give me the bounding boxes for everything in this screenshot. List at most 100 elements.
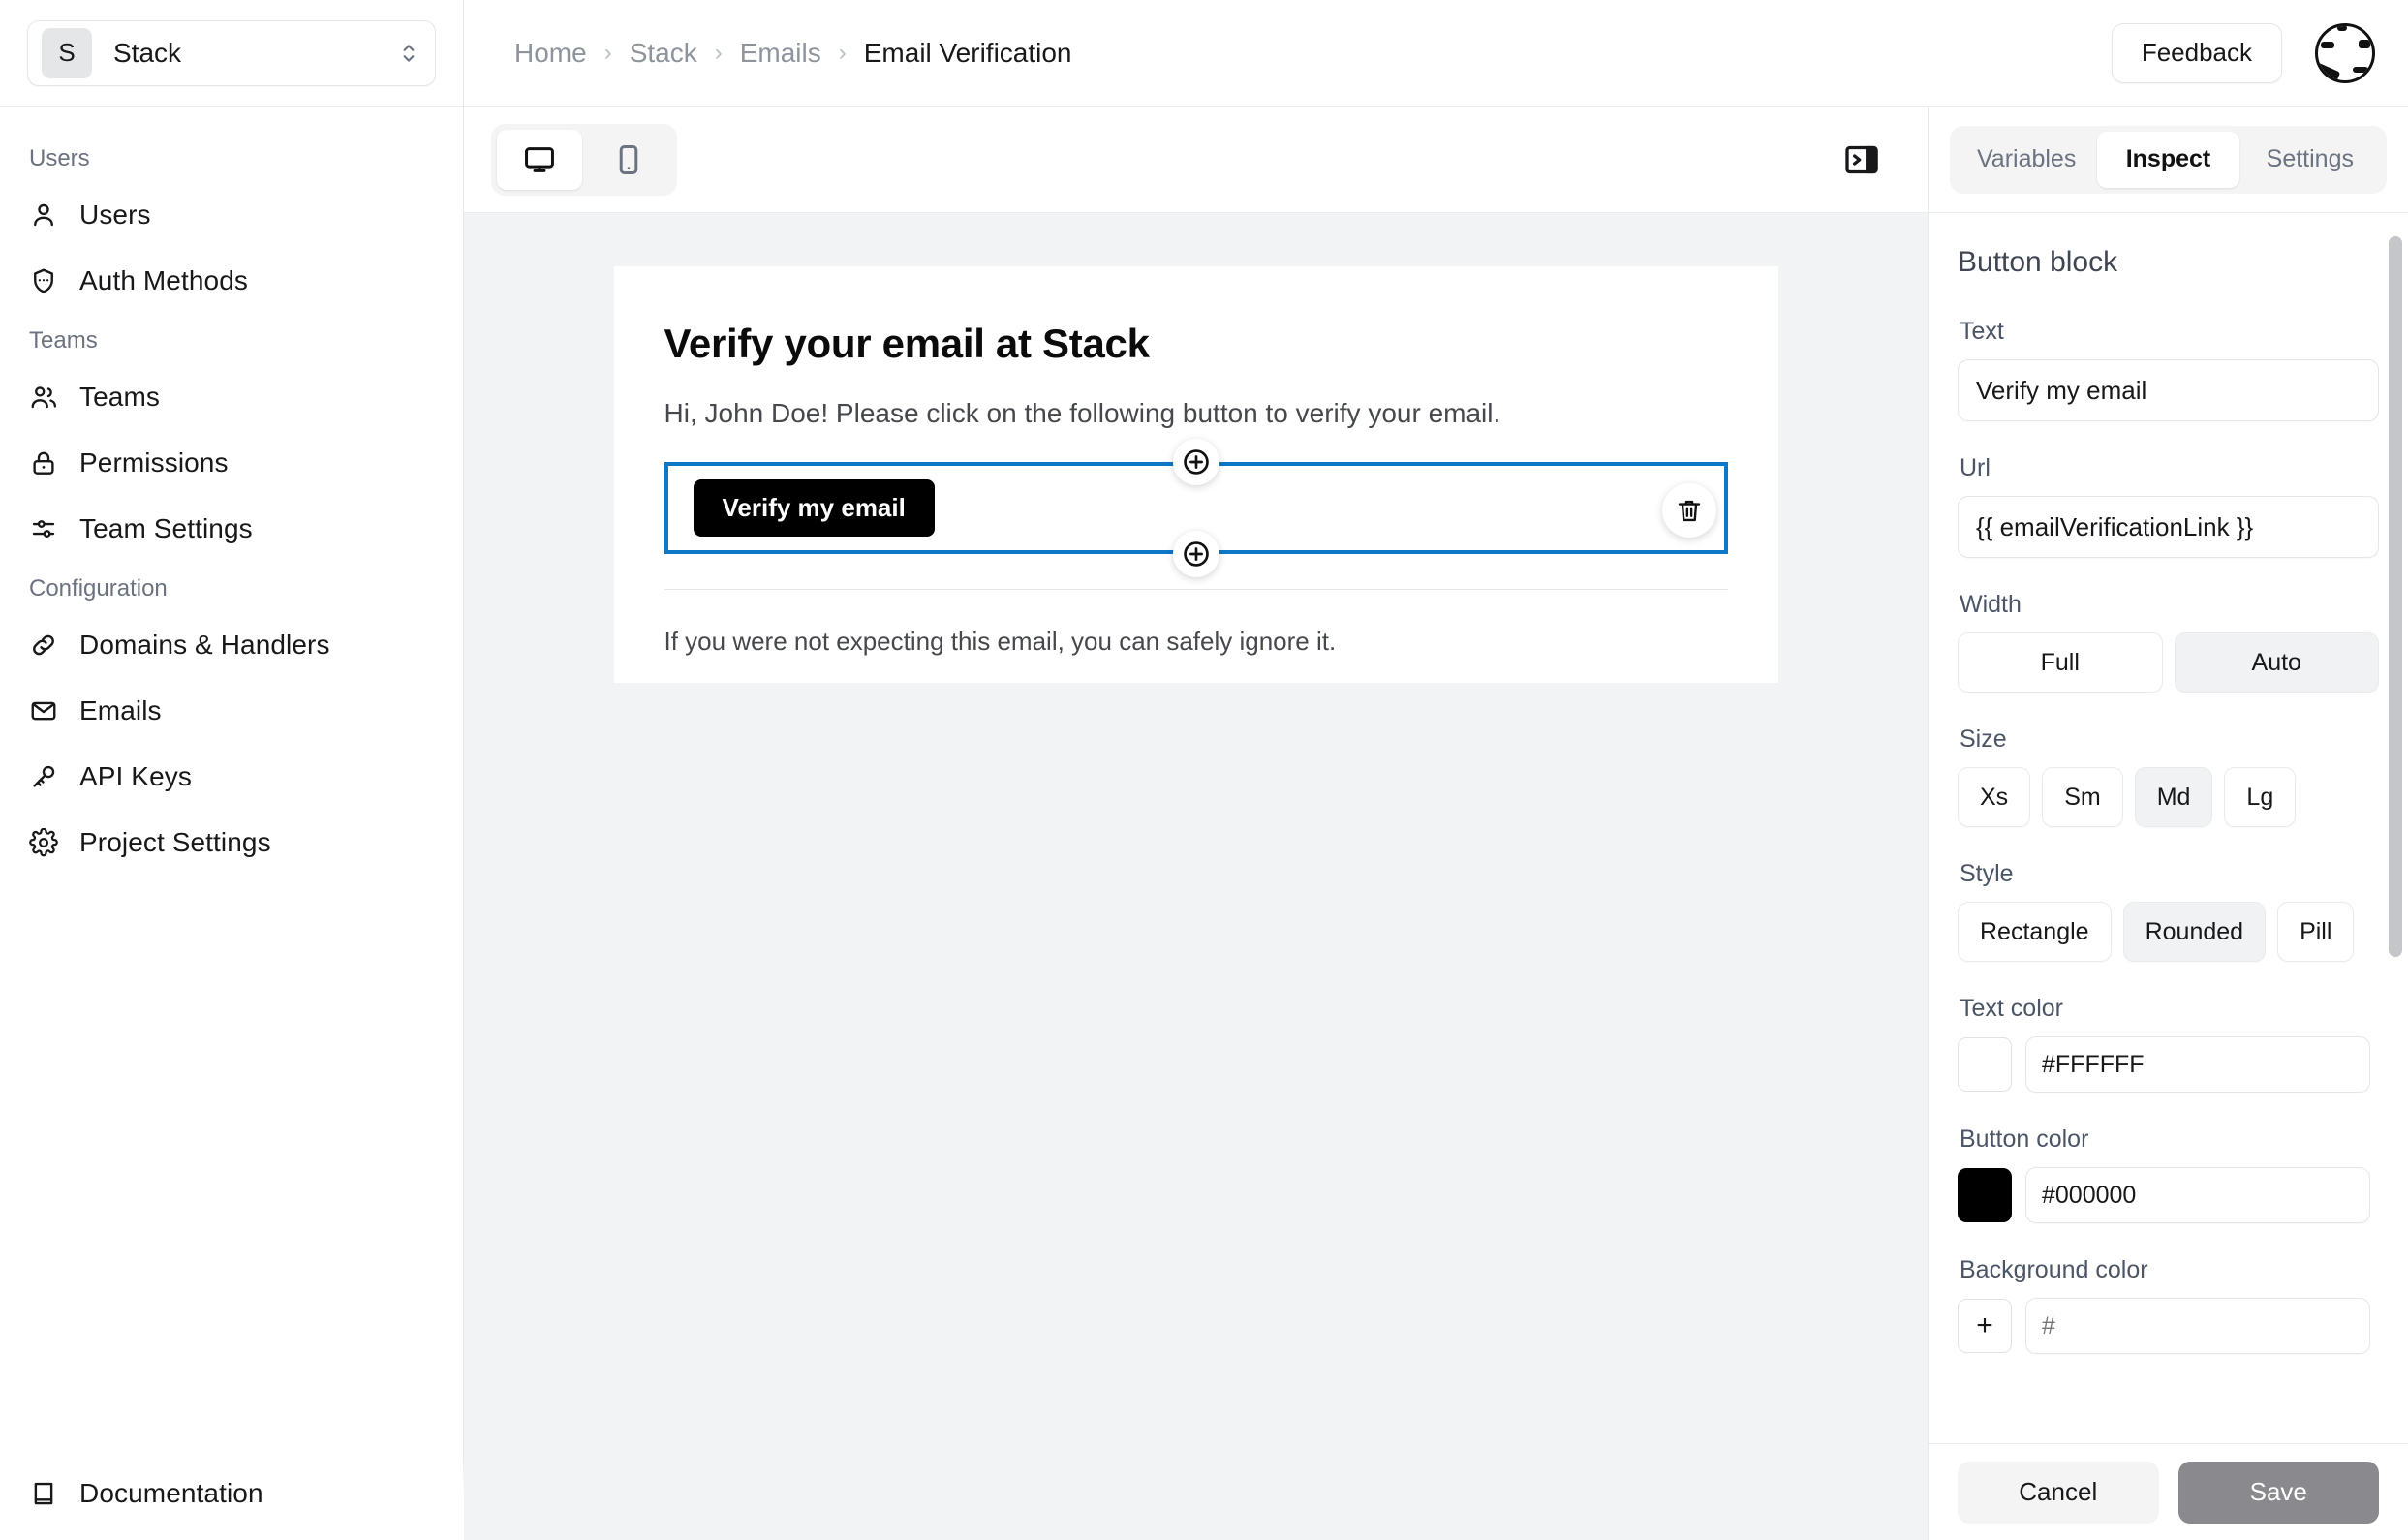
- sidebar-item-team-settings[interactable]: Team Settings: [0, 496, 463, 562]
- style-options: Rectangle Rounded Pill: [1958, 902, 2379, 962]
- email-heading: Verify your email at Stack: [664, 321, 1150, 366]
- sidebar-item-permissions[interactable]: Permissions: [0, 430, 463, 496]
- field-label-background-color: Background color: [1960, 1256, 2148, 1283]
- delete-block-button[interactable]: [1661, 483, 1716, 538]
- main-area: Home › Stack › Emails › Email Verificati…: [464, 0, 2408, 1540]
- mail-icon: [29, 696, 58, 725]
- sidebar-item-users[interactable]: Users: [0, 182, 463, 248]
- style-option-rectangle[interactable]: Rectangle: [1958, 902, 2112, 962]
- link-icon: [29, 631, 58, 660]
- project-badge: S: [42, 27, 92, 78]
- size-option-xs[interactable]: Xs: [1958, 767, 2031, 827]
- breadcrumb: Home › Stack › Emails › Email Verificati…: [514, 38, 2112, 69]
- button-block-wrapper: Verify my email: [664, 439, 1728, 577]
- button-color-row: [1958, 1167, 2379, 1223]
- breadcrumb-item-emails[interactable]: Emails: [740, 38, 821, 69]
- add-block-above-button[interactable]: [1172, 439, 1219, 485]
- field-label-text: Text: [1960, 318, 2004, 345]
- inspector-tabs: Variables Inspect Settings: [1950, 125, 2387, 194]
- sidebar-group-label-teams: Teams: [29, 327, 98, 354]
- sidebar-item-label: Team Settings: [79, 513, 253, 543]
- panel-collapse-button[interactable]: [1835, 133, 1889, 187]
- sidebar-item-domains-handlers[interactable]: Domains & Handlers: [0, 612, 463, 678]
- avatar[interactable]: [2315, 22, 2375, 83]
- inspector-tabs-row: Variables Inspect Settings: [1929, 107, 2408, 213]
- tab-settings[interactable]: Settings: [2239, 132, 2381, 188]
- trash-icon: [1675, 496, 1704, 525]
- field-width: Width Full Auto: [1958, 591, 2379, 693]
- breadcrumb-item-home[interactable]: Home: [514, 38, 587, 69]
- sidebar-item-label: Emails: [79, 695, 162, 725]
- sidebar-item-label: Project Settings: [79, 827, 271, 857]
- sidebar-item-label: Auth Methods: [79, 265, 248, 295]
- breadcrumb-item-email-verification: Email Verification: [863, 37, 1072, 68]
- book-icon: [29, 1479, 58, 1508]
- field-label-text-color: Text color: [1960, 995, 2063, 1022]
- cancel-button[interactable]: Cancel: [1958, 1461, 2159, 1524]
- field-button-color: Button color: [1958, 1125, 2379, 1223]
- sidebar-item-label: Documentation: [79, 1478, 263, 1508]
- size-option-md[interactable]: Md: [2134, 767, 2213, 827]
- app-root: S Stack Users Users Auth Methods Teams T…: [0, 0, 2408, 1540]
- background-color-add-swatch[interactable]: +: [1958, 1299, 2012, 1353]
- width-option-full[interactable]: Full: [1958, 632, 2163, 693]
- style-option-rounded[interactable]: Rounded: [2122, 902, 2267, 962]
- sidebar-group-label-configuration: Configuration: [29, 575, 168, 601]
- inspector-panel: Variables Inspect Settings Button block …: [1928, 107, 2408, 1540]
- sidebar-item-label: Permissions: [79, 447, 229, 477]
- text-input[interactable]: [1958, 359, 2379, 421]
- sidebar-item-emails[interactable]: Emails: [0, 678, 463, 744]
- field-label-button-color: Button color: [1960, 1125, 2089, 1153]
- url-input[interactable]: [1958, 496, 2379, 558]
- device-mobile-button[interactable]: [586, 130, 671, 190]
- panel-collapse-icon: [1842, 140, 1881, 179]
- sidebar-item-label: Domains & Handlers: [79, 630, 330, 660]
- email-cta-button[interactable]: Verify my email: [693, 479, 935, 537]
- lock-icon: [29, 448, 58, 477]
- size-options: Xs Sm Md Lg: [1958, 767, 2379, 827]
- save-button[interactable]: Save: [2177, 1461, 2379, 1524]
- text-color-swatch[interactable]: [1958, 1037, 2012, 1092]
- email-greeting: Hi, John Doe! Please click on the follow…: [664, 398, 1501, 428]
- background-color-hex-input[interactable]: [2025, 1298, 2370, 1354]
- chevron-up-down-icon: [396, 41, 421, 66]
- sidebar-group-label-users: Users: [29, 145, 90, 171]
- editor-toolbar: [464, 107, 1928, 213]
- key-icon: [29, 762, 58, 791]
- sidebar-item-project-settings[interactable]: Project Settings: [0, 810, 463, 876]
- sidebar-footer: Documentation: [0, 1461, 464, 1540]
- field-size: Size Xs Sm Md Lg: [1958, 725, 2379, 827]
- top-bar: Home › Stack › Emails › Email Verificati…: [464, 0, 2408, 107]
- email-editor: Verify your email at Stack Hi, John Doe!…: [464, 107, 1928, 1540]
- feedback-button[interactable]: Feedback: [2111, 22, 2282, 83]
- sidebar-nav: Users Users Auth Methods Teams Teams Per…: [0, 107, 463, 1540]
- tab-inspect[interactable]: Inspect: [2097, 131, 2239, 188]
- sidebar-item-teams[interactable]: Teams: [0, 364, 463, 430]
- text-color-hex-input[interactable]: [2025, 1036, 2370, 1093]
- button-color-swatch[interactable]: [1958, 1168, 2012, 1222]
- style-option-pill[interactable]: Pill: [2277, 902, 2355, 962]
- breadcrumb-item-stack[interactable]: Stack: [630, 38, 697, 69]
- background-color-row: +: [1958, 1298, 2379, 1354]
- size-option-lg[interactable]: Lg: [2224, 767, 2297, 827]
- sidebar: S Stack Users Users Auth Methods Teams T…: [0, 0, 464, 1540]
- inspector-scrollbar[interactable]: [2389, 236, 2402, 957]
- user-icon: [29, 200, 58, 230]
- sidebar-header: S Stack: [0, 0, 463, 107]
- sidebar-item-documentation[interactable]: Documentation: [0, 1461, 464, 1526]
- device-desktop-button[interactable]: [497, 129, 582, 190]
- sidebar-item-api-keys[interactable]: API Keys: [0, 744, 463, 810]
- size-option-sm[interactable]: Sm: [2042, 767, 2123, 827]
- button-color-hex-input[interactable]: [2025, 1167, 2370, 1223]
- sidebar-item-label: API Keys: [79, 761, 192, 791]
- sidebar-item-label: Teams: [79, 382, 160, 412]
- width-option-auto[interactable]: Auto: [2174, 632, 2379, 693]
- tab-variables[interactable]: Variables: [1956, 132, 2097, 188]
- add-block-below-button[interactable]: [1172, 531, 1219, 577]
- field-url: Url: [1958, 454, 2379, 558]
- field-text: Text: [1958, 318, 2379, 421]
- content-area: Verify your email at Stack Hi, John Doe!…: [464, 107, 2408, 1540]
- project-switcher[interactable]: S Stack: [27, 19, 436, 86]
- users-icon: [29, 383, 58, 412]
- sidebar-item-auth-methods[interactable]: Auth Methods: [0, 248, 463, 314]
